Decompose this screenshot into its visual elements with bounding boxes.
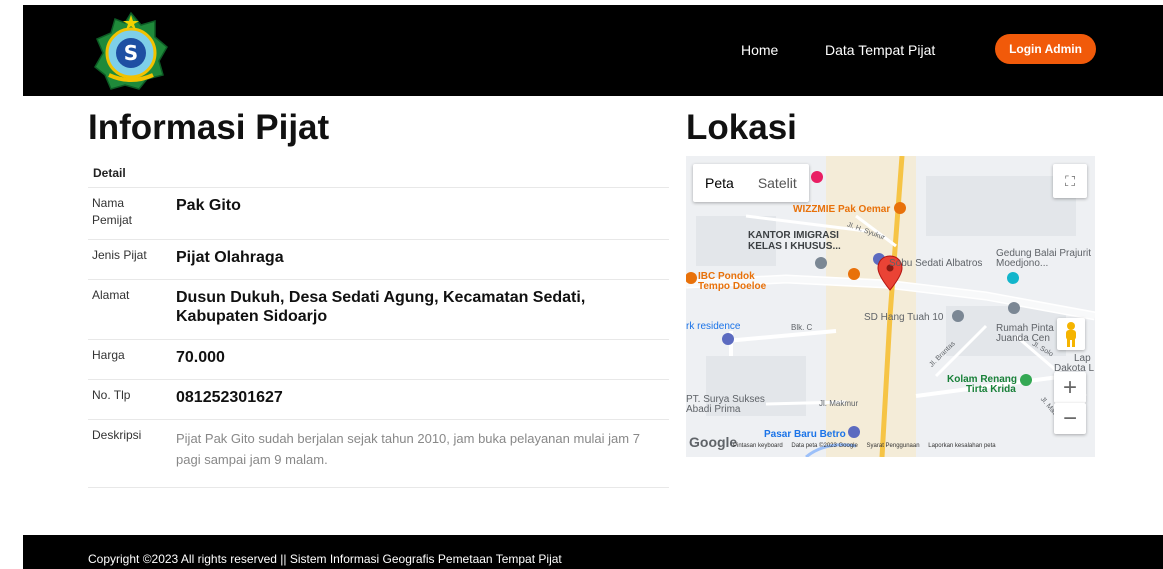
map-label: SD Hang Tuah 10 <box>864 312 944 323</box>
map-label: Moedjono... <box>996 258 1049 269</box>
row-label: Nama Pemijat <box>88 187 166 240</box>
map-label: KELAS I KHUSUS... <box>748 241 841 252</box>
poi-kantor-imigrasi-marker <box>815 257 827 269</box>
map-label: Tempo Doeloe <box>698 281 767 292</box>
row-value: 70.000 <box>166 339 669 380</box>
svg-text:S: S <box>124 41 138 65</box>
poi-rumah-marker <box>1008 302 1020 314</box>
row-label: Jenis Pijat <box>88 239 166 280</box>
keyboard-shortcuts-link[interactable]: Pintasan keyboard <box>733 443 783 449</box>
location-title: Lokasi <box>686 108 797 147</box>
zoom-out-button[interactable]: − <box>1054 403 1086 434</box>
fullscreen-icon: ⛶ <box>1065 172 1075 189</box>
footer: Copyright ©2023 All rights reserved || S… <box>23 535 1163 569</box>
map-label: Blk. C <box>791 323 813 332</box>
navbar: S Home Data Tempat Pijat Login Admin <box>23 5 1163 96</box>
map-label: WIZZMIE Pak Oemar <box>793 204 891 215</box>
zoom-in-button[interactable]: + <box>1054 372 1086 403</box>
row-value: Dusun Dukuh, Desa Sedati Agung, Kecamata… <box>166 279 669 340</box>
plus-icon: + <box>1062 373 1077 401</box>
google-map[interactable]: Peta Satelit ⛶ WIZZMIE Pak Oemar KANTOR … <box>686 156 1095 457</box>
map-label: Tirta Krida <box>966 384 1016 395</box>
table-row: Alamat Dusun Dukuh, Desa Sedati Agung, K… <box>88 279 669 340</box>
row-label: No. Tlp <box>88 379 166 420</box>
row-value: Pijat Pak Gito sudah berjalan sejak tahu… <box>166 419 669 488</box>
info-title: Informasi Pijat <box>88 108 330 147</box>
poi-ibc-marker <box>848 268 860 280</box>
minus-icon: − <box>1062 404 1077 432</box>
poi-pasar-marker <box>848 426 860 438</box>
detail-header: Detail <box>88 159 669 188</box>
row-label: Harga <box>88 339 166 380</box>
table-row: Jenis Pijat Pijat Olahraga <box>88 239 669 280</box>
sidoarjo-emblem-logo[interactable]: S <box>89 9 173 93</box>
login-admin-button[interactable]: Login Admin <box>995 34 1096 64</box>
poi-wizzmie-marker <box>894 202 906 214</box>
nav-home-link[interactable]: Home <box>741 42 778 58</box>
footer-copyright: Copyright ©2023 All rights reserved || S… <box>88 552 562 566</box>
table-row: Deskripsi Pijat Pak Gito sudah berjalan … <box>88 419 669 488</box>
map-label: Pasar Baru Betro <box>764 429 846 440</box>
row-label: Alamat <box>88 279 166 340</box>
poi-kolam-marker <box>1020 374 1032 386</box>
poi-pink-marker <box>811 171 823 183</box>
table-row: No. Tlp 081252301627 <box>88 379 669 420</box>
map-type-control: Peta Satelit <box>693 164 809 202</box>
google-logo[interactable]: Google <box>689 434 737 450</box>
table-row: Harga 70.000 <box>88 339 669 380</box>
pegman-icon <box>1066 322 1076 347</box>
info-table: Detail Nama Pemijat Pak Gito Jenis Pijat… <box>88 159 669 488</box>
map-label: Jl. Makmur <box>819 399 859 408</box>
nav-data-tempat-pijat-link[interactable]: Data Tempat Pijat <box>825 42 935 58</box>
poi-residence-marker <box>722 333 734 345</box>
map-data-text: Data peta ©2023 Google <box>791 443 858 449</box>
table-row: Nama Pemijat Pak Gito <box>88 187 669 240</box>
row-value: Pijat Olahraga <box>166 239 669 280</box>
street-view-pegman-button[interactable] <box>1057 318 1085 350</box>
map-attribution: Pintasan keyboard Data peta ©2023 Google… <box>733 443 1003 449</box>
terms-link[interactable]: Syarat Penggunaan <box>867 443 920 449</box>
row-value: Pak Gito <box>166 187 669 240</box>
report-error-link[interactable]: Laporkan kesalahan peta <box>928 443 995 449</box>
map-label: Abadi Prima <box>686 404 741 415</box>
row-label: Deskripsi <box>88 419 166 488</box>
poi-sd-marker <box>952 310 964 322</box>
map-label: Sobu Sedati Albatros <box>889 258 983 269</box>
map-type-satelit-button[interactable]: Satelit <box>746 164 809 202</box>
map-label: KANTOR IMIGRASI <box>748 230 839 241</box>
map-type-peta-button[interactable]: Peta <box>693 164 746 202</box>
poi-gedung-marker <box>1007 272 1019 284</box>
row-value: 081252301627 <box>166 379 669 420</box>
fullscreen-button[interactable]: ⛶ <box>1053 164 1087 198</box>
map-label: rk residence <box>686 321 741 332</box>
